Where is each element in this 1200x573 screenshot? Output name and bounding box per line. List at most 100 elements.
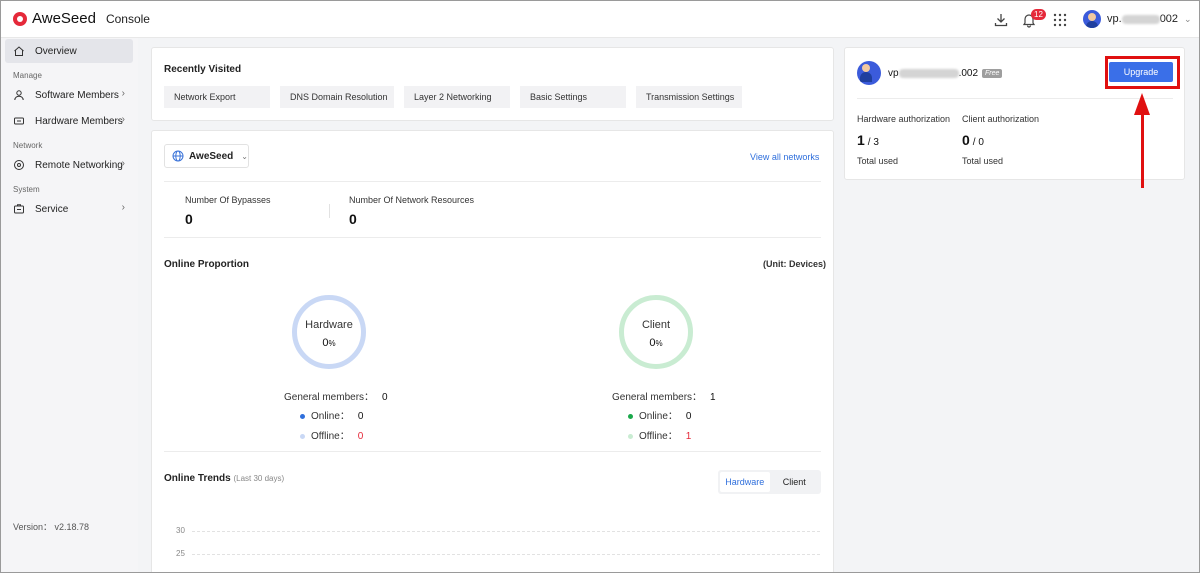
notification-badge: 12 [1031, 9, 1046, 20]
recent-link-transmission-settings[interactable]: Transmission Settings [636, 86, 742, 108]
user-icon [14, 90, 24, 101]
hardware-icon [14, 117, 24, 125]
bypasses-value: 0 [185, 211, 193, 227]
network-overview-card: AweSeed ⌄ View all networks Number Of By… [151, 130, 834, 572]
globe-icon [172, 150, 184, 162]
chevron-right-icon: › [121, 202, 125, 213]
chevron-right-icon: › [121, 114, 125, 125]
hardware-ring-percent: 0% [322, 337, 336, 349]
trends-type-toggle: Hardware Client [718, 470, 821, 494]
offline-dot-icon [300, 433, 305, 439]
brand-name: AweSeed [32, 10, 96, 27]
user-menu[interactable]: vp. 002 ⌄ [1083, 10, 1192, 28]
plan-badge: Free [982, 68, 1003, 78]
divider [857, 98, 1173, 99]
chevron-down-icon: ⌄ [1184, 13, 1192, 24]
brand-logo[interactable]: AweSeed Console [13, 10, 150, 27]
online-proportion-title: Online Proportion [164, 259, 249, 270]
sidebar-item-label: Remote Networking [35, 159, 123, 171]
app-window: AweSeed Console 12 vp. 002 ⌄ Overview Man… [0, 0, 1200, 573]
network-resources-value: 0 [349, 211, 357, 227]
sidebar-item-label: Service [35, 203, 69, 215]
hardware-online-ring [292, 295, 366, 369]
download-icon[interactable] [993, 12, 1009, 28]
divider [164, 237, 821, 238]
online-dot-icon [628, 413, 633, 419]
divider [164, 181, 821, 182]
gridline [192, 531, 820, 532]
chevron-right-icon: › [121, 158, 125, 169]
hardware-online: Online： 0 [300, 407, 363, 422]
client-authorization-label: Client authorization [962, 114, 1040, 124]
username-prefix: vp. [1107, 13, 1122, 25]
sidebar-item-hardware-members[interactable]: Hardware Members › [5, 109, 133, 133]
service-icon [14, 204, 24, 214]
hardware-ring-label: Hardware [305, 319, 353, 331]
sidebar-section-manage: Manage [13, 71, 42, 80]
sidebar-item-service[interactable]: Service › [5, 197, 133, 221]
bypasses-label: Number Of Bypasses [185, 195, 271, 205]
console-label: Console [105, 11, 150, 26]
chevron-down-icon: ⌄ [241, 151, 248, 161]
client-offline: Offline： 1 [628, 427, 691, 442]
avatar [1083, 10, 1101, 28]
apps-grid-icon[interactable] [1052, 12, 1068, 28]
unit-label: (Unit: Devices) [763, 259, 827, 269]
recently-visited-card: Recently Visited Network Export DNS Doma… [151, 47, 834, 121]
home-icon [14, 46, 24, 56]
account-name: vp .002 Free [888, 68, 1003, 79]
hardware-authorization-usage: 1/ 3 [857, 132, 879, 148]
main-content: Recently Visited Network Export DNS Doma… [138, 38, 1199, 572]
account-avatar [857, 61, 881, 85]
aweseed-logo-icon [13, 11, 27, 26]
app-version: Version： v2.18.78 [13, 522, 90, 532]
recent-link-network-export[interactable]: Network Export [164, 86, 270, 108]
sidebar-item-remote-networking[interactable]: Remote Networking › [5, 153, 133, 177]
hardware-total-used-caption: Total used [857, 156, 899, 166]
username-suffix: 002 [1159, 13, 1179, 25]
hardware-offline: Offline： 0 [300, 427, 363, 442]
gridline [192, 554, 820, 555]
client-ring-percent: 0% [649, 337, 663, 349]
sidebar: Overview Manage Software Members › Hardw… [1, 38, 138, 572]
sidebar-item-overview[interactable]: Overview [5, 39, 133, 63]
sidebar-section-system: System [13, 185, 40, 194]
top-bar: AweSeed Console 12 vp. 002 ⌄ [1, 1, 1199, 38]
sidebar-item-software-members[interactable]: Software Members › [5, 83, 133, 107]
selected-network: AweSeed [189, 150, 234, 162]
hardware-authorization-label: Hardware authorization [857, 114, 951, 124]
recent-link-dns-domain-resolution[interactable]: DNS Domain Resolution [280, 86, 394, 108]
client-authorization-usage: 0/ 0 [962, 132, 984, 148]
network-selector[interactable]: AweSeed ⌄ [164, 144, 249, 168]
client-total-used-caption: Total used [962, 156, 1004, 166]
username-redacted [1121, 14, 1160, 24]
y-axis-tick: 30 [176, 526, 185, 535]
tab-client[interactable]: Client [770, 472, 820, 492]
sidebar-item-label: Hardware Members [35, 115, 123, 127]
offline-dot-icon [628, 433, 633, 439]
online-dot-icon [300, 413, 305, 419]
annotation-arrow-shaft [1141, 111, 1144, 188]
online-trends-title: Online Trends (Last 30 days) [164, 473, 285, 484]
client-online: Online： 0 [628, 407, 691, 422]
recent-link-layer-2-networking[interactable]: Layer 2 Networking [404, 86, 510, 108]
view-all-networks-link[interactable]: View all networks [750, 152, 819, 162]
network-icon [14, 160, 24, 170]
tab-hardware[interactable]: Hardware [720, 472, 770, 492]
recently-visited-title: Recently Visited [164, 64, 242, 75]
client-ring-label: Client [641, 319, 671, 331]
recent-link-basic-settings[interactable]: Basic Settings [520, 86, 626, 108]
sidebar-item-label: Overview [35, 45, 77, 57]
client-online-ring [619, 295, 693, 369]
client-general-members: General members： 1 [612, 392, 716, 403]
divider [164, 451, 821, 452]
annotation-highlight-box [1105, 56, 1180, 89]
chevron-right-icon: › [121, 88, 125, 99]
y-axis-tick: 25 [176, 549, 185, 558]
online-trends-subtitle: (Last 30 days) [233, 474, 285, 483]
hardware-general-members: General members： 0 [284, 392, 388, 403]
account-name-redacted [898, 68, 959, 78]
sidebar-section-network: Network [13, 141, 43, 150]
sidebar-item-label: Software Members [35, 89, 119, 101]
divider [329, 204, 330, 218]
